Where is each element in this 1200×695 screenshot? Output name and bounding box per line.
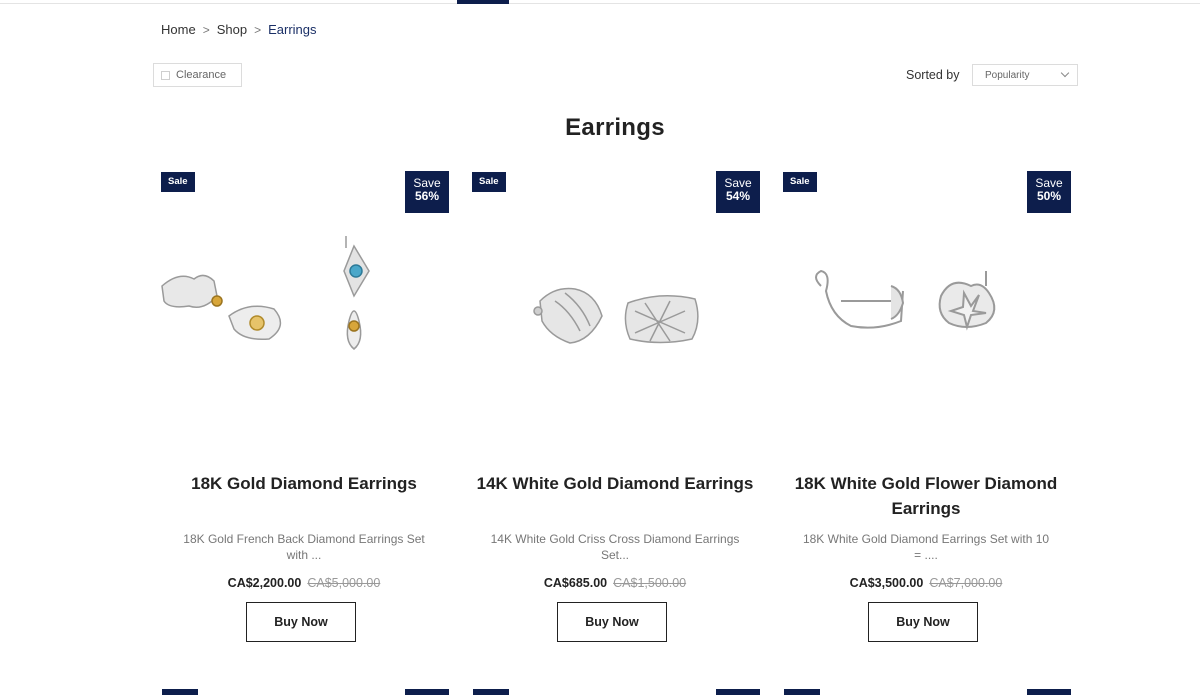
current-price: CA$685.00 [543,576,608,590]
product-name[interactable]: 14K White Gold Diamond Earrings [470,471,760,496]
product-card[interactable]: Sale Save 50% 18K White Gold Flower Diam… [781,171,1071,651]
save-badge: Save 56% [405,171,449,213]
clearance-label: Clearance [176,69,227,81]
original-price: CA$7,000.00 [929,576,1003,590]
product-card[interactable]: Sale Save 54% 14K White Gold Diamond Ear… [470,171,760,651]
product-image[interactable] [781,231,1071,381]
product-description: 18K White Gold Diamond Earrings Set with… [802,532,1050,562]
product-price: CA$3,500.00 CA$7,000.00 [781,576,1071,590]
sort-label: Sorted by [906,68,960,82]
clearance-filter[interactable]: Clearance [153,63,242,87]
current-price: CA$2,200.00 [227,576,302,590]
next-row-sale-badge [784,689,820,695]
header-divider [0,3,1200,4]
product-price: CA$685.00 CA$1,500.00 [470,576,760,590]
save-badge: Save 54% [716,171,760,213]
product-description: 18K Gold French Back Diamond Earrings Se… [183,532,425,562]
save-percent: 56% [414,189,440,203]
breadcrumb-current: Earrings [268,22,317,37]
breadcrumb-shop-link[interactable]: Shop [217,22,247,37]
current-price: CA$3,500.00 [849,576,924,590]
product-image[interactable] [470,231,760,381]
breadcrumb-separator-icon: > [202,22,210,37]
product-name[interactable]: 18K White Gold Flower Diamond Earrings [781,471,1071,521]
breadcrumb: Home > Shop > Earrings [161,22,317,37]
sale-badge: Sale [783,172,817,192]
sort-select[interactable]: Popularity [972,64,1078,86]
next-row-sale-badge [162,689,198,695]
sale-badge: Sale [472,172,506,192]
next-row-save-badge [716,689,760,695]
clearance-checkbox[interactable] [161,70,170,80]
original-price: CA$5,000.00 [307,576,381,590]
buy-now-button[interactable]: Buy Now [246,602,356,642]
product-description: 14K White Gold Criss Cross Diamond Earri… [490,532,740,562]
breadcrumb-home-link[interactable]: Home [161,22,196,37]
chevron-down-icon [1060,68,1070,78]
sort-selected-value: Popularity [985,69,1030,81]
next-row-sale-badge [473,689,509,695]
product-card[interactable]: Sale Save 56% 18K Gold Diamond Earrings … [159,171,449,651]
save-badge: Save 50% [1027,171,1071,213]
save-label: Save [1035,176,1063,190]
buy-now-button[interactable]: Buy Now [557,602,667,642]
page-title: Earrings [565,114,665,141]
save-percent: 50% [1036,189,1062,203]
original-price: CA$1,500.00 [613,576,687,590]
product-price: CA$2,200.00 CA$5,000.00 [159,576,449,590]
save-label: Save [413,176,441,190]
sale-badge: Sale [161,172,195,192]
buy-now-button[interactable]: Buy Now [868,602,978,642]
next-row-save-badge [1027,689,1071,695]
next-row-save-badge [405,689,449,695]
product-name[interactable]: 18K Gold Diamond Earrings [159,471,449,496]
breadcrumb-separator-icon: > [254,22,262,37]
save-label: Save [724,176,752,190]
product-image[interactable] [159,231,449,381]
active-nav-indicator [457,0,509,4]
save-percent: 54% [725,189,751,203]
